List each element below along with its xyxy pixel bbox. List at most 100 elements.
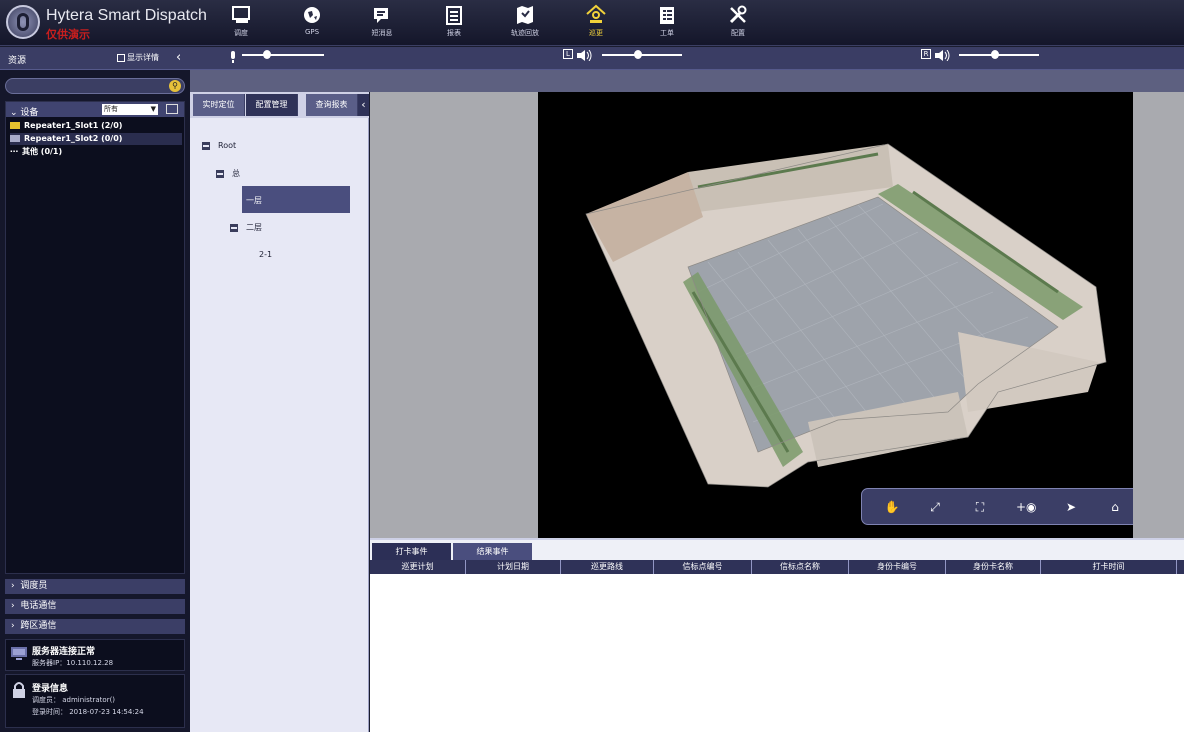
pan-hand-icon[interactable]: ✋ <box>882 497 902 517</box>
column-header[interactable]: 巡更计划 <box>370 560 466 574</box>
column-header[interactable]: 信标点编号 <box>654 560 752 574</box>
nav-gps[interactable]: GPS <box>282 4 342 44</box>
show-detail-checkbox[interactable]: 显示详情 <box>117 52 159 63</box>
tree-node-total[interactable]: 总 <box>216 168 240 179</box>
device-item-label: Repeater1_Slot2 (0/0) <box>24 134 123 143</box>
fit-icon[interactable]: ⛶ <box>970 497 990 517</box>
tree-node-label: Root <box>218 141 237 150</box>
nav-work-order[interactable]: 工单 <box>637 4 697 44</box>
mic-volume-knob[interactable] <box>262 50 271 59</box>
column-header[interactable]: 身份卡编号 <box>849 560 946 574</box>
tree-node-floor1[interactable]: 一层 <box>246 195 262 206</box>
device-item[interactable]: Repeater1_Slot2 (0/0) <box>10 133 182 145</box>
group-label: 电话通信 <box>20 601 57 611</box>
column-header[interactable]: 身份卡名称 <box>946 560 1041 574</box>
column-header[interactable]: 巡更路线 <box>561 560 654 574</box>
resource-panel: ⚲ ⌄ 设备 所有 ▼ Repeater1_Slot1 (2/0) Repeate… <box>0 70 190 732</box>
group-phone[interactable]: › 电话通信 <box>5 599 185 614</box>
collapse-icon <box>230 223 238 232</box>
group-dispatcher[interactable]: › 调度员 <box>5 579 185 594</box>
right-volume-knob[interactable] <box>991 50 999 59</box>
login-info: 登录信息 调度员： administrator() 登录时间： 2018-07-… <box>5 674 185 728</box>
map-area: ✋ ⤢ ⛶ +◉ ➤ ⌂ <box>370 92 1184 538</box>
clear-icon[interactable]: ⌂ <box>1105 497 1125 517</box>
nav-patrol[interactable]: 巡更 <box>566 4 626 44</box>
zoom-rect-icon[interactable]: ⤢ <box>925 497 945 517</box>
left-volume-slider[interactable] <box>602 54 682 56</box>
show-detail-label: 显示详情 <box>127 53 159 62</box>
column-header[interactable]: 计划日期 <box>466 560 561 574</box>
collapse-icon <box>202 141 210 150</box>
device-title-label: 设备 <box>20 108 39 118</box>
left-volume-knob[interactable] <box>634 50 642 59</box>
search-input[interactable]: ⚲ <box>5 78 185 94</box>
monitor-icon <box>11 647 27 660</box>
tree-node-label: 一层 <box>246 196 262 205</box>
device-item[interactable]: Repeater1_Slot1 (2/0) <box>10 120 182 132</box>
resource-title: 资源 <box>8 56 27 66</box>
device-item[interactable]: ⋯ 其他 (0/1) <box>10 146 182 158</box>
speaker-icon[interactable] <box>935 50 951 61</box>
tree-node-2-1[interactable]: 2-1 <box>259 250 272 259</box>
globe-icon <box>304 7 320 23</box>
server-status: 服务器连接正常 服务器IP：10.110.12.28 <box>5 639 185 671</box>
tab-realtime-location[interactable]: 实时定位 <box>193 94 245 116</box>
collapse-left-panel-button[interactable]: ‹ <box>176 50 181 65</box>
right-volume-slider[interactable] <box>959 54 1039 56</box>
group-label: 调度员 <box>20 581 48 591</box>
device-item-label: Repeater1_Slot1 (2/0) <box>24 121 123 130</box>
pointer-icon[interactable]: ➤ <box>1061 497 1081 517</box>
work-order-icon <box>660 7 674 24</box>
nav-message[interactable]: 短消息 <box>352 4 412 44</box>
events-table-header: 巡更计划 计划日期 巡更路线 信标点编号 信标点名称 身份卡编号 身份卡名称 打… <box>370 560 1184 574</box>
nav-dispatch-label: 调度 <box>234 29 248 37</box>
group-cross-region[interactable]: › 跨区通信 <box>5 619 185 634</box>
tab-config-management[interactable]: 配置管理 <box>246 94 298 116</box>
hytera-logo <box>6 5 40 39</box>
tab-checkin-events[interactable]: 打卡事件 <box>372 543 451 560</box>
nav-settings[interactable]: 配置 <box>708 4 768 44</box>
collapse-tree-button[interactable]: ‹ <box>358 94 369 116</box>
events-panel: 打卡事件 结果事件 巡更计划 计划日期 巡更路线 信标点编号 信标点名称 身份卡… <box>370 538 1184 732</box>
track-replay-icon <box>517 6 533 24</box>
nav-track-replay-label: 轨迹回放 <box>511 29 539 37</box>
nav-report[interactable]: 报表 <box>424 4 484 44</box>
tab-query-report[interactable]: 查询报表 <box>306 94 358 116</box>
tree-node-label: 二层 <box>246 223 262 232</box>
mic-volume-slider[interactable] <box>242 54 324 56</box>
toolbar-strip <box>190 70 1184 92</box>
search-icon[interactable]: ⚲ <box>169 80 181 92</box>
app-title: Hytera Smart Dispatch <box>46 7 207 24</box>
device-item-label: 其他 (0/1) <box>22 147 63 156</box>
nav-message-label: 短消息 <box>371 29 393 37</box>
server-ip: 服务器IP：10.110.12.28 <box>32 659 114 667</box>
column-header[interactable]: 打卡时间 <box>1041 560 1177 574</box>
message-icon <box>374 8 388 23</box>
column-header[interactable]: 信标点名称 <box>752 560 849 574</box>
nav-track-replay[interactable]: 轨迹回放 <box>495 4 555 44</box>
nav-gps-label: GPS <box>304 28 320 36</box>
nav-work-order-label: 工单 <box>660 29 674 37</box>
floor-map-3d[interactable]: ✋ ⤢ ⛶ +◉ ➤ ⌂ <box>538 92 1133 538</box>
patrol-icon <box>586 4 606 23</box>
repeater-icon <box>10 122 20 129</box>
microphone-icon[interactable] <box>229 51 237 64</box>
tab-result-events[interactable]: 结果事件 <box>453 543 532 560</box>
tree-node-floor2[interactable]: 二层 <box>230 222 262 233</box>
collapse-icon <box>216 169 224 178</box>
device-filter-select[interactable]: 所有 ▼ <box>102 104 158 115</box>
lock-icon <box>13 682 25 698</box>
device-view-icon[interactable] <box>166 104 178 114</box>
speaker-icon[interactable] <box>577 50 593 61</box>
add-point-icon[interactable]: +◉ <box>1016 497 1037 517</box>
settings-icon <box>729 5 747 24</box>
checkbox-icon <box>117 53 125 62</box>
login-time: 登录时间： 2018-07-23 14:54:24 <box>32 708 144 716</box>
device-title[interactable]: ⌄ 设备 <box>10 105 38 118</box>
tree-node-root[interactable]: Root <box>202 141 236 150</box>
top-bar: Hytera Smart Dispatch 仅供演示 调度 GPS 短消息 报表… <box>0 0 1184 46</box>
login-user: 调度员： administrator() <box>32 696 116 704</box>
nav-dispatch[interactable]: 调度 <box>211 4 271 44</box>
ellipsis-icon: ⋯ <box>10 147 18 156</box>
report-icon <box>446 6 462 25</box>
